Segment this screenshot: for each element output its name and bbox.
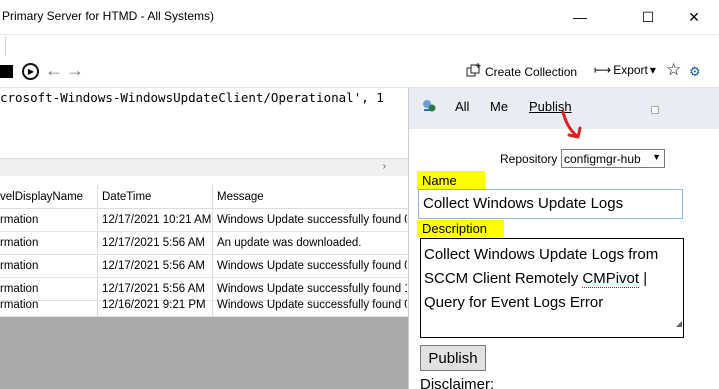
repository-select[interactable]: configmgr-hub ▼ xyxy=(561,149,665,168)
description-line: Collect Windows Update Logs from xyxy=(424,246,659,263)
grid-empty-area xyxy=(0,317,408,389)
window-title: Primary Server for HTMD - All Systems) xyxy=(2,9,215,23)
maximize-icon: ☐ xyxy=(641,8,655,25)
column-header-datetime[interactable]: DateTime xyxy=(102,191,212,203)
forward-arrow-icon[interactable]: → xyxy=(66,60,84,81)
spellcheck-word: CMPivot xyxy=(582,270,640,288)
cell-datetime: 12/17/2021 5:56 AM xyxy=(102,260,205,272)
community-hub-icon xyxy=(421,98,437,117)
star-icon[interactable]: ☆ xyxy=(666,60,681,80)
title-bar: Primary Server for HTMD - All Systems) —… xyxy=(0,0,719,34)
name-input[interactable]: Collect Windows Update Logs xyxy=(418,189,683,219)
description-line: SCCM Client Remotely CMPivot | xyxy=(424,267,681,291)
stop-icon[interactable] xyxy=(0,65,13,78)
cell-message: An update was downloaded. xyxy=(217,237,362,249)
description-label: Description xyxy=(417,220,504,237)
description-label-text: Description xyxy=(422,221,488,236)
query-text: crosoft-Windows-WindowsUpdateClient/Oper… xyxy=(0,90,384,105)
description-textarea[interactable]: Collect Windows Update Logs from SCCM Cl… xyxy=(420,238,684,338)
maximize-button[interactable]: ☐ xyxy=(625,0,671,34)
cell-level: rmation xyxy=(0,214,39,226)
horizontal-scrollbar[interactable]: › xyxy=(0,158,408,176)
repository-label: Repository xyxy=(500,152,558,166)
repository-value: configmgr-hub xyxy=(564,151,641,166)
tab-edge[interactable] xyxy=(0,37,6,57)
cell-level: rmation xyxy=(0,237,39,249)
cell-datetime: 12/17/2021 10:21 AM xyxy=(102,214,212,226)
results-grid: velDisplayName DateTime Message rmation … xyxy=(0,185,408,317)
table-row[interactable]: rmation 12/17/2021 10:21 AM Windows Upda… xyxy=(0,209,408,232)
chevron-down-icon: ▾ xyxy=(649,63,656,77)
create-collection-icon xyxy=(466,63,482,80)
table-row[interactable]: rmation 12/17/2021 5:56 AM An update was… xyxy=(0,232,408,255)
description-text: SCCM Client Remotely xyxy=(424,270,583,287)
tab-me[interactable]: Me xyxy=(490,99,508,114)
name-value: Collect Windows Update Logs xyxy=(423,195,624,212)
close-button[interactable]: ✕ xyxy=(671,0,717,34)
cell-datetime: 12/17/2021 5:56 AM xyxy=(102,237,205,249)
cell-level: rmation xyxy=(0,260,39,272)
cell-message: Windows Update successfully found 0 u xyxy=(217,260,407,272)
community-hub-icon[interactable]: ⚙ xyxy=(689,64,701,80)
column-header-message[interactable]: Message xyxy=(217,191,407,203)
community-hub-panel: All Me Publish Repository configmgr-hub … xyxy=(408,88,719,389)
pin-icon[interactable] xyxy=(651,106,659,114)
grid-header: velDisplayName DateTime Message xyxy=(0,185,408,209)
toolbar: ▶ ← → Create Collection ⟼ Export ▾ ☆ ⚙ xyxy=(0,56,719,88)
minimize-icon: — xyxy=(573,9,587,25)
annotation-arrow xyxy=(561,110,582,139)
description-line: Query for Event Logs Error xyxy=(424,294,604,311)
publish-button[interactable]: Publish xyxy=(420,345,486,371)
disclaimer-label: Disclaimer: xyxy=(420,376,495,389)
run-button[interactable]: ▶ xyxy=(22,63,39,80)
text-cursor: | xyxy=(639,270,648,287)
column-header-level[interactable]: velDisplayName xyxy=(0,191,95,203)
scroll-right-icon[interactable]: › xyxy=(383,161,386,172)
cell-level: rmation xyxy=(0,299,39,311)
name-label: Name xyxy=(417,171,485,190)
table-row[interactable]: rmation 12/16/2021 9:21 PM Windows Updat… xyxy=(0,294,408,317)
grid-top-strip xyxy=(0,176,408,185)
cell-datetime: 12/16/2021 9:21 PM xyxy=(102,299,206,311)
cell-message: Windows Update successfully found 0 u xyxy=(217,214,407,226)
minimize-button[interactable]: — xyxy=(557,0,603,34)
resize-grip-icon[interactable]: ◢ xyxy=(676,312,682,336)
create-collection-button[interactable]: Create Collection xyxy=(466,63,577,80)
tab-strip xyxy=(0,34,719,57)
name-label-text: Name xyxy=(422,173,457,188)
export-label: Export xyxy=(613,63,648,77)
export-button[interactable]: ⟼ Export ▾ xyxy=(594,63,656,77)
play-icon: ▶ xyxy=(27,67,35,76)
tab-all[interactable]: All xyxy=(455,99,469,114)
query-editor[interactable]: crosoft-Windows-WindowsUpdateClient/Oper… xyxy=(0,88,408,158)
close-icon: ✕ xyxy=(688,8,700,25)
export-icon: ⟼ xyxy=(594,63,612,77)
chevron-down-icon: ▼ xyxy=(652,152,661,162)
table-row[interactable]: rmation 12/17/2021 5:56 AM Windows Updat… xyxy=(0,255,408,278)
create-collection-label: Create Collection xyxy=(485,64,578,79)
back-arrow-icon[interactable]: ← xyxy=(45,60,63,81)
cell-message: Windows Update successfully found 0 u xyxy=(217,299,407,311)
